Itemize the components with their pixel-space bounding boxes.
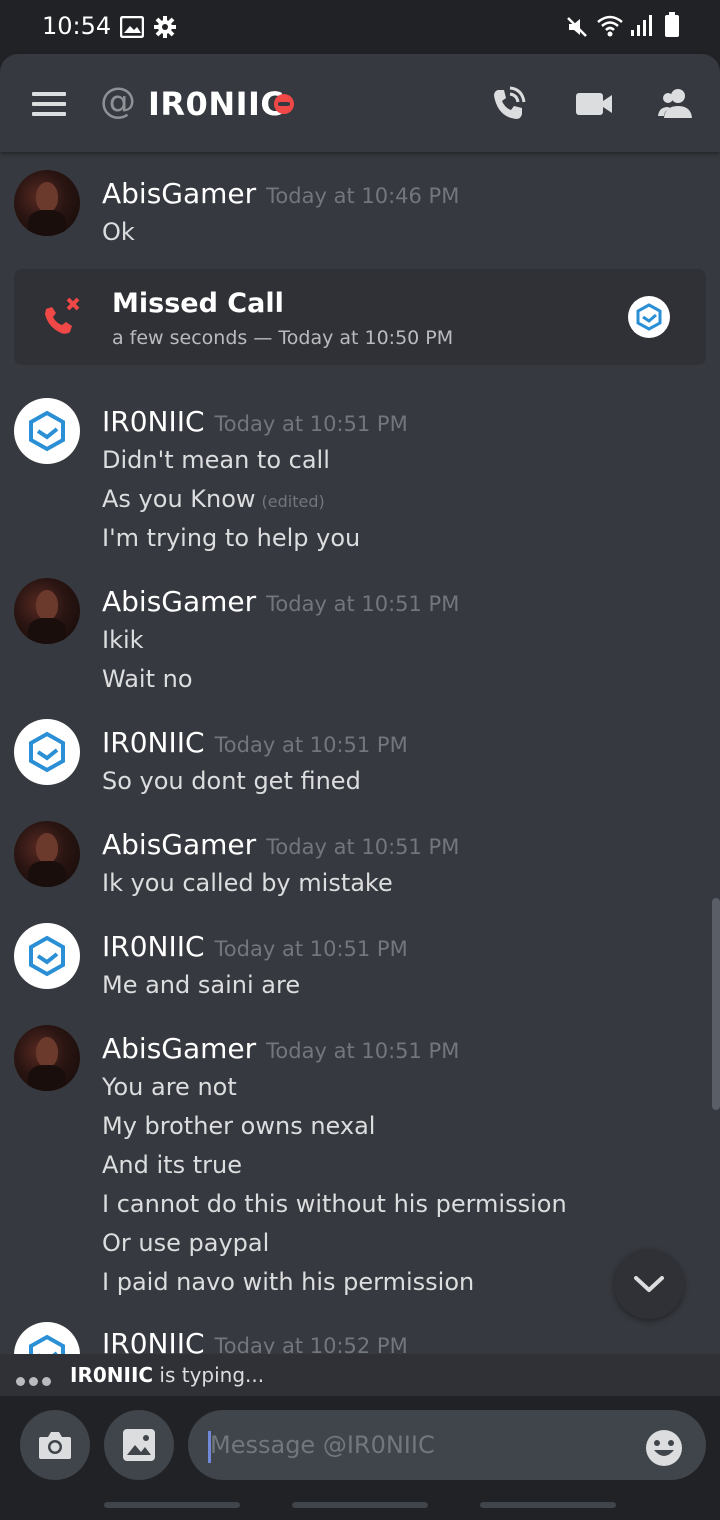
channel-title: IR0NIIC [148,85,285,123]
status-time: 10:54 [42,12,112,40]
camera-button[interactable] [20,1410,90,1480]
avatar[interactable] [14,923,80,989]
ironiic-logo-icon [29,731,65,773]
message-timestamp: Today at 10:46 PM [266,184,460,208]
avatar[interactable] [14,1322,80,1354]
gallery-icon [120,16,144,38]
message-text: I cannot do this without his permission [102,1190,567,1218]
message-timestamp: Today at 10:51 PM [214,937,408,961]
message-text: Didn't mean to call [102,446,330,474]
wifi-icon [597,15,623,37]
avatar[interactable] [14,578,80,644]
avatar[interactable] [14,821,80,887]
edited-tag: (edited) [261,492,325,511]
jump-to-present-button[interactable] [614,1249,684,1319]
message-author[interactable]: IR0NIIC Today at 10:51 PM [102,929,408,967]
ironiic-logo-icon [29,1334,65,1354]
text-caret [208,1431,211,1463]
video-icon[interactable] [574,84,614,124]
nav-back-bar[interactable] [480,1502,616,1508]
message-text: Wait no [102,665,193,693]
message-author[interactable]: IR0NIIC Today at 10:51 PM [102,725,408,763]
message-text: My brother owns nexal [102,1112,376,1140]
avatar[interactable] [14,398,80,464]
message-timestamp: Today at 10:51 PM [266,835,460,859]
message-text: Ok [102,218,135,246]
typing-text: IR0NIIC is typing... [70,1363,265,1387]
nav-home-bar[interactable] [292,1502,428,1508]
message-text: So you dont get fined [102,767,361,795]
mute-icon [567,17,587,37]
message-list[interactable]: AbisGamer Today at 10:46 PM Ok Missed Cal… [0,152,720,1354]
message-text: Ik you called by mistake [102,869,393,897]
image-icon [123,1429,155,1461]
message-author[interactable]: AbisGamer Today at 10:46 PM [102,176,459,214]
message-text: You are not [102,1073,237,1101]
at-sign: @ [100,81,136,122]
gallery-button[interactable] [104,1410,174,1480]
message-timestamp: Today at 10:51 PM [266,592,460,616]
avatar[interactable] [14,1025,80,1091]
message-input[interactable] [188,1410,706,1480]
members-icon[interactable] [656,84,696,124]
message-timestamp: Today at 10:52 PM [214,1334,408,1354]
message-timestamp: Today at 10:51 PM [214,412,408,436]
chevron-down-icon [634,1276,664,1292]
ironiic-logo-icon [29,935,65,977]
message-text: Ikik [102,626,144,654]
missed-call-card: Missed Call a few seconds — Today at 10:… [14,269,706,365]
message-author[interactable]: IR0NIIC Today at 10:52 PM [102,1326,408,1354]
settings-icon [154,16,176,38]
channel-header: @ IR0NIIC [0,54,720,152]
avatar[interactable] [14,719,80,785]
typing-indicator: IR0NIIC is typing... [0,1354,720,1396]
message-timestamp: Today at 10:51 PM [214,733,408,757]
participant-avatar-icon[interactable] [628,296,670,338]
message-author[interactable]: AbisGamer Today at 10:51 PM [102,827,459,865]
menu-icon[interactable] [32,92,66,116]
message-text: And its true [102,1151,242,1179]
message-text: Or use paypal [102,1229,270,1257]
signal-icon [631,15,652,36]
nav-recent-bar[interactable] [104,1502,240,1508]
message-timestamp: Today at 10:51 PM [266,1039,460,1063]
message-text: Me and saini are [102,971,301,999]
missed-call-subtitle: a few seconds — Today at 10:50 PM [112,327,454,349]
ironiic-logo-icon [29,410,65,452]
message-text: As you Know (edited) [102,485,325,513]
call-icon[interactable] [488,84,528,124]
message-text: I paid navo with his permission [102,1268,475,1296]
camera-icon [39,1432,71,1459]
missed-call-title: Missed Call [112,288,284,319]
message-author[interactable]: AbisGamer Today at 10:51 PM [102,1031,459,1069]
message-text: I'm trying to help you [102,524,361,552]
missed-call-icon [45,297,80,334]
message-author[interactable]: IR0NIIC Today at 10:51 PM [102,404,408,442]
message-author[interactable]: AbisGamer Today at 10:51 PM [102,584,459,622]
typing-dots-icon [16,1371,55,1390]
status-bar: 10:54 [0,0,720,54]
scrollbar[interactable] [712,898,720,1110]
battery-icon [665,12,679,37]
avatar[interactable] [14,170,80,236]
emoji-icon[interactable] [644,1428,684,1468]
dnd-status-icon [274,94,294,114]
